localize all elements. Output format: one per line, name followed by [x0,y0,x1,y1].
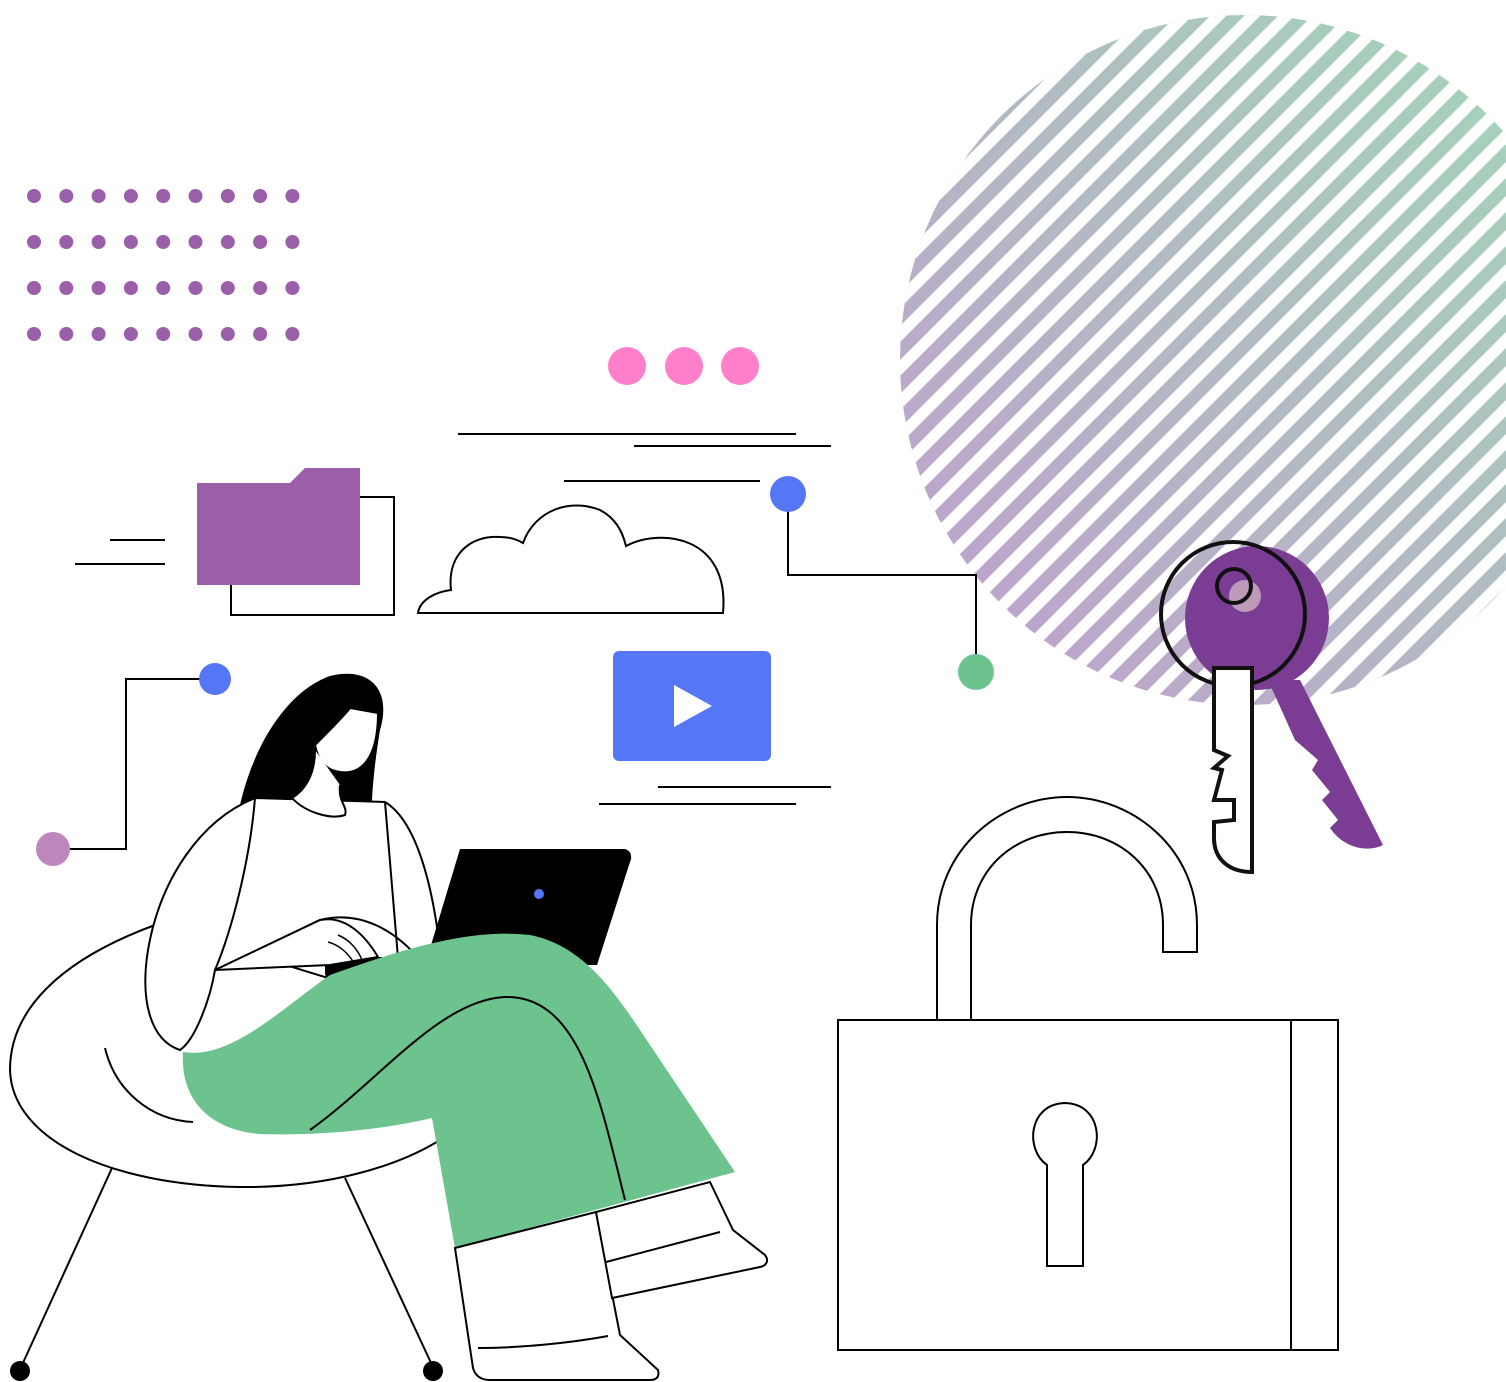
dot [253,235,268,249]
dot [156,235,171,249]
dot [27,327,41,341]
folder-icon [197,468,395,616]
dot [188,281,203,295]
dot [285,281,300,295]
dot [156,327,171,341]
dot-grid-icon [27,189,300,341]
padlock-icon [837,795,1339,1351]
dot [253,281,268,295]
dot [123,235,138,249]
dot [59,281,74,295]
dot [156,189,171,203]
dot [59,189,74,203]
dot [27,189,41,203]
security-illustration [8,15,1506,1381]
dot [123,281,138,295]
dot [220,281,235,295]
dot [27,281,41,295]
dot [59,327,74,341]
dot [91,235,106,249]
dot [91,327,106,341]
dot [123,327,138,341]
dot [188,189,203,203]
cloud-icon [416,504,725,614]
dot [156,281,171,295]
dot [220,327,235,341]
dot [91,281,106,295]
dot [220,189,235,203]
typing-dots-icon [608,347,759,385]
dot [59,235,74,249]
dot [285,189,300,203]
dot [188,235,203,249]
dot [253,327,268,341]
dot [285,235,300,249]
dot [285,327,300,341]
dot [253,189,268,203]
dot [123,189,138,203]
video-play-icon [613,651,771,761]
dot [220,235,235,249]
dot [188,327,203,341]
dot [91,189,106,203]
dot [27,235,41,249]
